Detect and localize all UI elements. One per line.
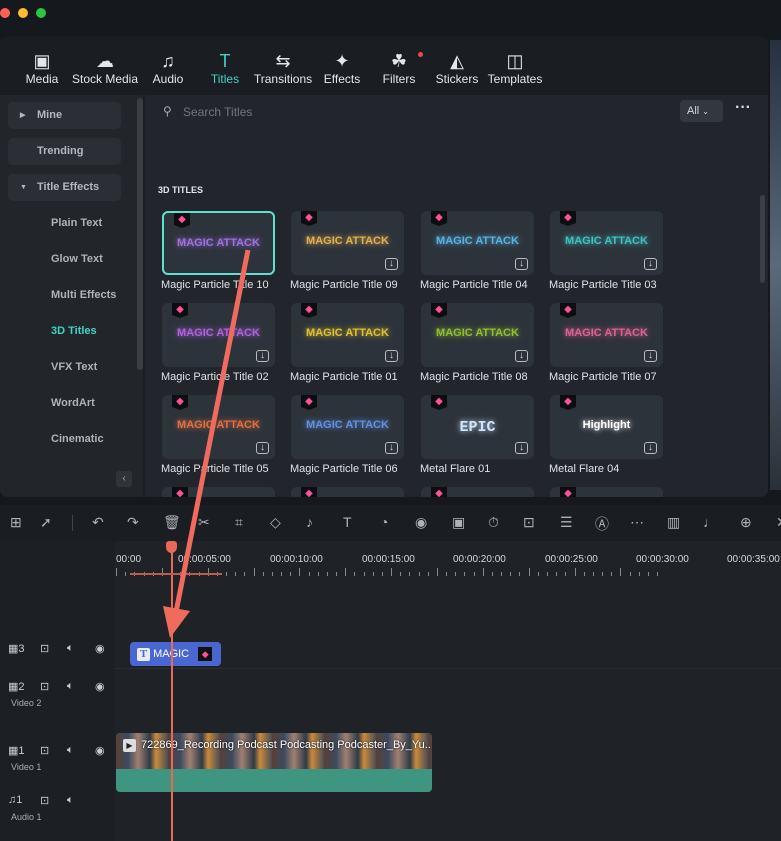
annotation-arrow (163, 249, 251, 638)
